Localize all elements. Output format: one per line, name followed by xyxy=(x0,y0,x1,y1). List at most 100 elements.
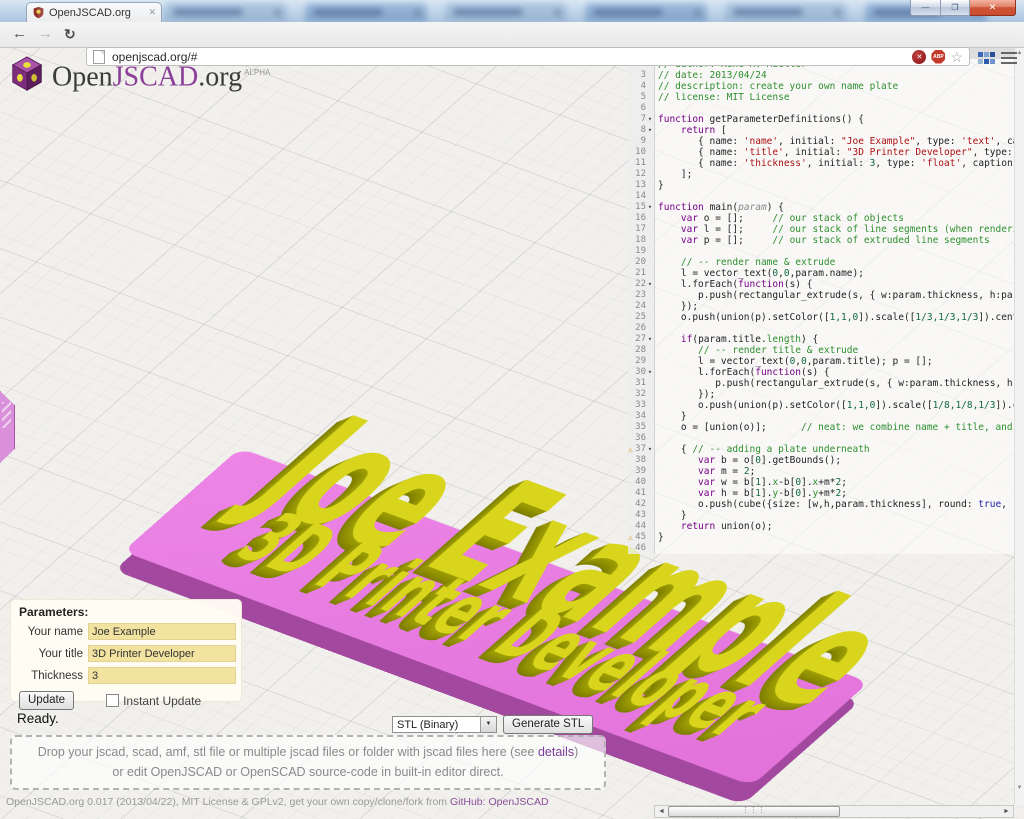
code-line[interactable]: 34 } xyxy=(628,411,1014,422)
code-line[interactable]: 18 var p = []; // our stack of extruded … xyxy=(628,235,1014,246)
code-line[interactable]: 40 var w = b[1].x-b[0].x+m*2; xyxy=(628,477,1014,488)
code-line[interactable]: 38 var b = o[0].getBounds(); xyxy=(628,455,1014,466)
forward-button[interactable]: → xyxy=(38,25,53,42)
code-line[interactable]: 36 xyxy=(628,433,1014,444)
param-input-your-name[interactable] xyxy=(88,623,236,640)
code-text[interactable]: return union(o); xyxy=(655,521,1014,532)
code-text[interactable]: function main(param) { xyxy=(655,202,1014,213)
code-text[interactable]: var l = []; // our stack of line segment… xyxy=(655,224,1014,235)
extension-badge-icon[interactable]: ✕ xyxy=(912,50,926,64)
param-input-thickness[interactable] xyxy=(88,667,236,684)
fold-arrow-icon[interactable]: ▾ xyxy=(646,334,654,345)
code-line[interactable]: 19 xyxy=(628,246,1014,257)
code-text[interactable]: o.push(union(p).setColor([1,1,0]).scale(… xyxy=(655,312,1014,323)
code-text[interactable]: // -- render title & extrude xyxy=(655,345,1014,356)
code-line[interactable]: 26 xyxy=(628,323,1014,334)
code-line[interactable]: 30▾ l.forEach(function(s) { xyxy=(628,367,1014,378)
code-line[interactable]: 28 // -- render title & extrude xyxy=(628,345,1014,356)
tab-close-icon[interactable]: ✕ xyxy=(148,7,156,18)
scroll-down-icon[interactable]: ▼ xyxy=(1015,785,1024,791)
code-text[interactable]: var o = []; // our stack of objects xyxy=(655,213,1014,224)
code-text[interactable] xyxy=(655,246,1014,257)
code-text[interactable]: } xyxy=(655,532,1014,543)
code-text[interactable]: var p = []; // our stack of extruded lin… xyxy=(655,235,1014,246)
fold-arrow-icon[interactable]: ▾ xyxy=(646,367,654,378)
code-line[interactable]: 3// date: 2013/04/24 xyxy=(628,70,1014,81)
reload-button[interactable]: ↻ xyxy=(64,26,76,43)
fold-arrow-icon[interactable]: ▾ xyxy=(646,444,654,455)
code-line[interactable]: 21 l = vector_text(0,0,param.name); xyxy=(628,268,1014,279)
code-text[interactable]: p.push(rectangular_extrude(s, { w:param.… xyxy=(655,290,1014,301)
chevron-down-icon[interactable]: ▼ xyxy=(480,717,496,732)
code-line[interactable]: 27▾ if(param.title.length) { xyxy=(628,334,1014,345)
code-line[interactable]: 44 return union(o); xyxy=(628,521,1014,532)
code-line[interactable]: 12 ]; xyxy=(628,169,1014,180)
code-line[interactable]: 20 // -- render name & extrude xyxy=(628,257,1014,268)
active-tab[interactable]: OpenJSCAD.org ✕ xyxy=(26,2,162,22)
code-text[interactable]: return [ xyxy=(655,125,1014,136)
code-line[interactable]: 5// license: MIT License xyxy=(628,92,1014,103)
background-tab[interactable] xyxy=(305,3,427,22)
adblock-icon[interactable]: ABP xyxy=(931,50,945,64)
code-line[interactable]: 8▾ return [ xyxy=(628,125,1014,136)
code-line[interactable]: 25 o.push(union(p).setColor([1,1,0]).sca… xyxy=(628,312,1014,323)
file-dropzone[interactable]: Drop your jscad, scad, amf, stl file or … xyxy=(10,735,606,790)
code-text[interactable]: o = [union(o)]; // neat: we combine name… xyxy=(655,422,1014,433)
code-line[interactable]: ⚠37▾ { // -- adding a plate underneath xyxy=(628,444,1014,455)
code-text[interactable]: // description: create your own name pla… xyxy=(655,81,1014,92)
code-text[interactable]: var b = o[0].getBounds(); xyxy=(655,455,1014,466)
scroll-right-icon[interactable]: ► xyxy=(1000,806,1013,817)
code-line[interactable]: 13} xyxy=(628,180,1014,191)
minimize-button[interactable]: — xyxy=(910,0,941,16)
code-line[interactable]: 14 xyxy=(628,191,1014,202)
code-line[interactable]: 7▾function getParameterDefinitions() { xyxy=(628,114,1014,125)
code-text[interactable]: function getParameterDefinitions() { xyxy=(655,114,1014,125)
code-line[interactable]: 10 { name: 'title', initial: "3D Printer… xyxy=(628,147,1014,158)
code-text[interactable]: { // -- adding a plate underneath xyxy=(655,444,1014,455)
instant-update-checkbox[interactable] xyxy=(106,694,119,707)
github-link[interactable]: GitHub: OpenJSCAD xyxy=(450,796,549,808)
code-text[interactable]: ]; xyxy=(655,169,1014,180)
background-tab[interactable] xyxy=(585,3,707,22)
format-select[interactable]: STL (Binary) ▼ xyxy=(392,716,497,733)
code-text[interactable]: } xyxy=(655,180,1014,191)
code-text[interactable]: l = vector_text(0,0,param.title); p = []… xyxy=(655,356,1014,367)
code-text[interactable]: l.forEach(function(s) { xyxy=(655,279,1014,290)
background-tab[interactable] xyxy=(725,3,847,22)
code-text[interactable]: // -- render name & extrude xyxy=(655,257,1014,268)
code-line[interactable]: 33 o.push(union(p).setColor([1,1,0]).sca… xyxy=(628,400,1014,411)
code-line[interactable]: 31 p.push(rectangular_extrude(s, { w:par… xyxy=(628,378,1014,389)
code-text[interactable]: { name: 'name', initial: "Joe Example", … xyxy=(655,136,1014,147)
code-text[interactable]: o.push(cube({size: [w,h,param.thickness]… xyxy=(655,499,1014,510)
code-text[interactable]: } xyxy=(655,510,1014,521)
code-text[interactable] xyxy=(655,543,1014,554)
code-text[interactable] xyxy=(655,433,1014,444)
code-line[interactable]: 17 var l = []; // our stack of line segm… xyxy=(628,224,1014,235)
code-line[interactable]: 35 o = [union(o)]; // neat: we combine n… xyxy=(628,422,1014,433)
code-line[interactable]: 24 }); xyxy=(628,301,1014,312)
address-bar[interactable]: openjscad.org/# ✕ ABP ☆ xyxy=(86,47,970,66)
code-text[interactable]: o.push(union(p).setColor([1,1,0]).scale(… xyxy=(655,400,1014,411)
code-text[interactable]: var m = 2; xyxy=(655,466,1014,477)
code-line[interactable]: ⚠45} xyxy=(628,532,1014,543)
fold-arrow-icon[interactable]: ▾ xyxy=(646,114,654,125)
code-text[interactable] xyxy=(655,103,1014,114)
code-text[interactable]: }); xyxy=(655,301,1014,312)
code-line[interactable]: 23 p.push(rectangular_extrude(s, { w:par… xyxy=(628,290,1014,301)
code-text[interactable]: { name: 'thickness', initial: 3, type: '… xyxy=(655,158,1014,169)
code-text[interactable]: l = vector_text(0,0,param.name); xyxy=(655,268,1014,279)
code-text[interactable]: // license: MIT License xyxy=(655,92,1014,103)
details-link[interactable]: details xyxy=(538,745,574,759)
bookmark-star-icon[interactable]: ☆ xyxy=(950,50,963,64)
back-button[interactable]: ← xyxy=(12,25,27,42)
code-text[interactable]: p.push(rectangular_extrude(s, { w:param.… xyxy=(655,378,1014,389)
code-line[interactable]: 46 xyxy=(628,543,1014,554)
code-line[interactable]: 32 }); xyxy=(628,389,1014,400)
code-text[interactable]: l.forEach(function(s) { xyxy=(655,367,1014,378)
code-text[interactable]: if(param.title.length) { xyxy=(655,334,1014,345)
code-line[interactable]: 43 } xyxy=(628,510,1014,521)
maximize-button[interactable]: ❐ xyxy=(941,0,970,16)
code-line[interactable]: 29 l = vector_text(0,0,param.title); p =… xyxy=(628,356,1014,367)
code-line[interactable]: 16 var o = []; // our stack of objects xyxy=(628,213,1014,224)
fold-arrow-icon[interactable]: ▾ xyxy=(646,202,654,213)
